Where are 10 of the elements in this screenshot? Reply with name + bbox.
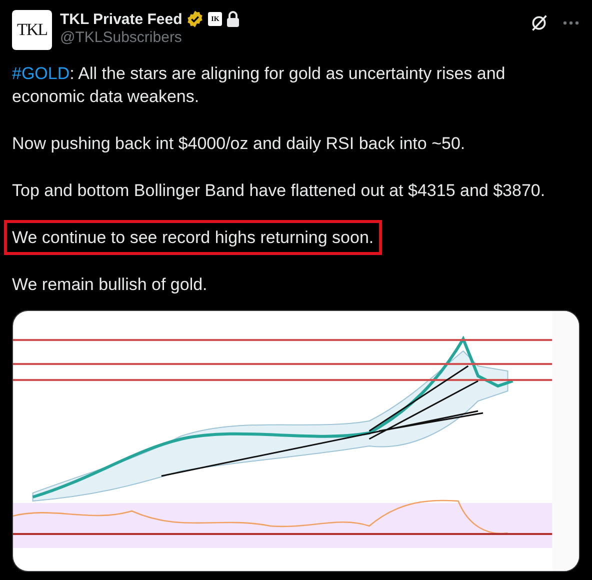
avatar-logo[interactable]: TKL xyxy=(12,10,52,50)
account-name[interactable]: TKL Private Feed xyxy=(60,10,182,28)
post-text: We continue to see record highs returning soon. xyxy=(4,220,382,255)
post-text: Now pushing back int $4000/oz and daily RSI back into ~50. xyxy=(12,133,466,155)
account-handle[interactable]: @TKLSubscribers xyxy=(60,29,522,46)
post-text: Top and bottom Bollinger Band have flattened out at $4315 and $3870. xyxy=(12,180,546,202)
grok-icon[interactable] xyxy=(530,14,548,32)
post-text: #GOLD: All the stars are aligning for gold as uncertainty rises and economic data weakens. xyxy=(12,63,506,108)
hashtag-link[interactable]: #GOLD xyxy=(12,64,70,83)
post-text: We remain bullish of gold. xyxy=(12,274,208,296)
